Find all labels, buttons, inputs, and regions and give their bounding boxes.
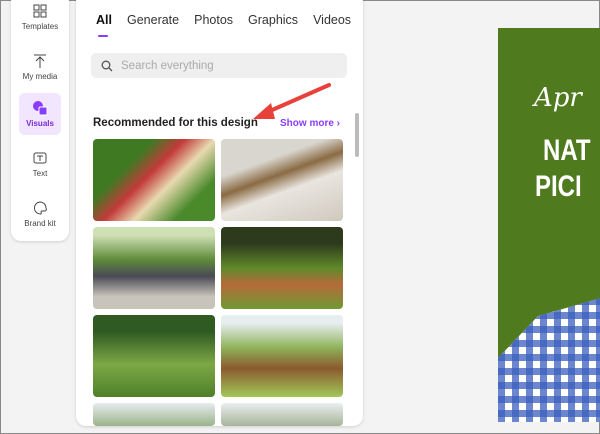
picnic-photo-2[interactable] xyxy=(221,139,343,221)
picnic-photo-5[interactable] xyxy=(93,315,215,397)
design-canvas[interactable]: Apr NAT PICI xyxy=(498,28,600,422)
picnic-photo-8[interactable] xyxy=(221,403,343,426)
annotation-arrow xyxy=(253,83,331,119)
picnic-photo-3[interactable] xyxy=(93,227,215,309)
canvas-title: NAT PICI xyxy=(535,134,591,203)
templates-icon xyxy=(33,4,47,18)
picnic-photo-4[interactable] xyxy=(221,227,343,309)
tab-bar: All Generate Photos Graphics Videos xyxy=(96,13,351,37)
visuals-panel: All Generate Photos Graphics Videos Sear… xyxy=(76,0,363,426)
tab-graphics[interactable]: Graphics xyxy=(248,13,298,27)
side-rail: Templates My media Visuals Text Brand ki… xyxy=(11,0,69,241)
tab-generate[interactable]: Generate xyxy=(127,13,179,27)
canvas-script-text: Apr xyxy=(534,83,582,113)
picnic-photo-1[interactable] xyxy=(93,139,215,221)
search-icon xyxy=(101,60,113,71)
sidebar-item-templates[interactable]: Templates xyxy=(19,0,61,38)
picnic-photo-6[interactable] xyxy=(221,315,343,397)
section-title: Recommended for this design xyxy=(93,117,258,129)
picnic-photo-7[interactable] xyxy=(93,403,215,426)
sidebar-item-visuals[interactable]: Visuals xyxy=(19,93,61,135)
sidebar-item-brand-kit[interactable]: Brand kit xyxy=(19,193,61,235)
tab-videos[interactable]: Videos xyxy=(313,13,351,27)
gingham-pattern xyxy=(498,298,600,422)
sidebar-item-my-media[interactable]: My media xyxy=(19,46,61,88)
tab-all[interactable]: All xyxy=(96,13,112,37)
visuals-icon xyxy=(33,101,48,116)
upload-icon xyxy=(34,54,46,68)
scrollbar[interactable] xyxy=(355,113,359,157)
search-input[interactable]: Search everything xyxy=(91,53,347,78)
sidebar-item-text[interactable]: Text xyxy=(19,143,61,185)
tab-photos[interactable]: Photos xyxy=(194,13,233,27)
text-icon xyxy=(33,152,47,164)
palette-icon xyxy=(34,201,47,215)
